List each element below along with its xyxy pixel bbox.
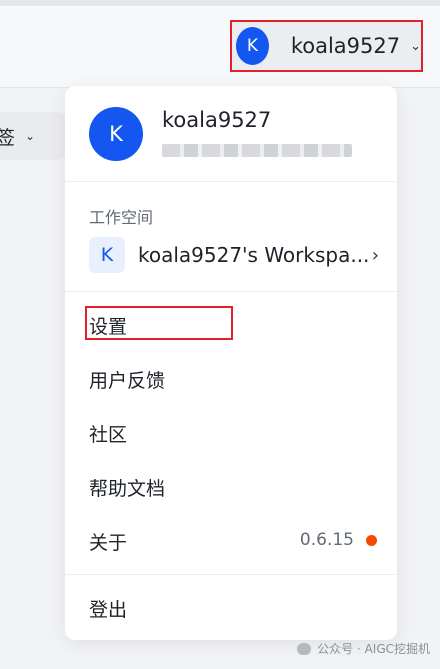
workspace-heading: 工作空间 <box>89 208 154 227</box>
divider <box>65 291 397 292</box>
workspace-badge: K <box>89 237 125 273</box>
top-edge <box>0 0 440 6</box>
profile-section: K koala9527 <box>65 86 397 182</box>
chevron-down-icon: ⌄ <box>410 38 421 54</box>
menu-item-feedback[interactable]: 用户反馈 <box>89 366 165 393</box>
workspace-name: koala9527's Workspa... <box>137 243 370 267</box>
profile-name: koala9527 <box>162 108 272 132</box>
user-dropdown-menu: K koala9527 工作空间 K koala9527's Workspa..… <box>65 86 397 640</box>
chevron-down-icon: ⌄ <box>25 129 36 143</box>
profile-avatar: K <box>89 107 143 161</box>
wechat-icon <box>297 642 312 655</box>
update-dot-icon <box>366 534 377 546</box>
workspace-switcher[interactable]: K koala9527's Workspa... › <box>89 236 379 274</box>
tag-filter-dropdown[interactable]: 签 ⌄ <box>0 112 65 160</box>
divider <box>65 574 397 575</box>
watermark-text: 公众号 · AIGC挖掘机 <box>317 642 430 656</box>
menu-item-community[interactable]: 社区 <box>89 420 127 447</box>
user-name: koala9527 <box>290 34 401 58</box>
menu-item-about[interactable]: 关于 <box>89 528 127 555</box>
profile-email-blurred <box>162 144 352 157</box>
chevron-right-icon: › <box>371 244 379 266</box>
menu-item-logout[interactable]: 登出 <box>89 595 127 622</box>
user-avatar: K <box>236 27 269 65</box>
menu-item-settings[interactable]: 设置 <box>89 312 127 339</box>
tag-filter-label: 签 <box>0 126 16 149</box>
version-number: 0.6.15 <box>299 530 354 550</box>
watermark: 公众号 · AIGC挖掘机 <box>297 640 430 657</box>
user-menu-trigger[interactable]: K koala9527 ⌄ <box>230 20 423 72</box>
top-bar: K koala9527 ⌄ <box>0 0 440 88</box>
menu-item-docs[interactable]: 帮助文档 <box>89 474 165 501</box>
version-info: 0.6.15 <box>300 530 377 550</box>
